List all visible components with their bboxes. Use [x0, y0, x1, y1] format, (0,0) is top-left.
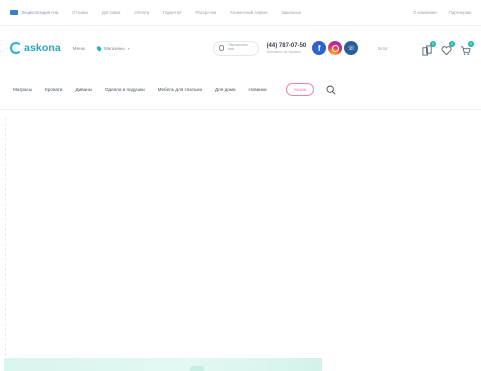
callback-button[interactable]: Перезвонить мне	[212, 40, 259, 56]
banner-chip	[190, 366, 204, 371]
search-icon[interactable]	[326, 85, 336, 95]
compare-button[interactable]: 0	[422, 40, 436, 56]
askona-logo[interactable]: askona	[10, 42, 61, 54]
topbar-link-partners[interactable]: Партнерам	[449, 10, 471, 15]
phone-subtitle: Бесплатно по Украине	[266, 49, 301, 54]
blog-link[interactable]: Блог	[378, 46, 388, 51]
nav-item-bedroom-furniture[interactable]: Мебель для спальни	[158, 87, 202, 92]
stores-selector[interactable]: Магазины ▾	[95, 44, 130, 52]
topbar-link-vacancies[interactable]: Вакансии	[282, 10, 301, 15]
nav-item-sofas[interactable]: Диваны	[75, 87, 91, 92]
logo-mark-icon	[10, 42, 22, 54]
facebook-icon[interactable]: f	[312, 41, 327, 55]
menu-link[interactable]: Меню	[73, 46, 85, 51]
topbar-link-warranty[interactable]: Гарантия	[163, 10, 181, 15]
nav-item-blankets-pillows[interactable]: Одеяла и подушки	[105, 87, 145, 92]
wishlist-button[interactable]: 0	[441, 40, 455, 55]
topbar-link-delivery[interactable]: Доставка	[102, 10, 120, 15]
topbar-link-reviews[interactable]: Отзывы	[72, 10, 88, 15]
instagram-icon[interactable]	[328, 41, 343, 55]
topbar-link-payment[interactable]: Оплата	[134, 10, 149, 15]
promo-button[interactable]: Акции	[285, 83, 315, 96]
phone-number[interactable]: (44) 787-07-50	[267, 43, 307, 49]
content-divider	[5, 118, 6, 356]
book-icon	[10, 10, 18, 15]
chevron-down-icon: ▾	[127, 45, 130, 51]
location-pin-icon	[95, 44, 103, 52]
phone-block[interactable]: (44) 787-07-50 Бесплатно по Украине	[267, 43, 307, 54]
nav-item-beds[interactable]: Кровати	[45, 87, 62, 92]
nav-item-home[interactable]: Для дома	[215, 87, 236, 92]
topbar-link-about[interactable]: О компании	[413, 10, 437, 15]
nav-item-new[interactable]: Новинки	[249, 87, 267, 92]
top-utility-bar: Энциклопедия сна Отзывы Доставка Оплата …	[0, 0, 481, 26]
phone-icon	[218, 45, 225, 51]
nav-item-mattresses[interactable]: Матрасы	[13, 87, 32, 92]
cart-count-badge: 0	[468, 40, 474, 47]
topbar-link-encyclopedia[interactable]: Энциклопедия сна	[10, 10, 58, 15]
category-nav: Матрасы Кровати Диваны Одеяла и подушки …	[0, 70, 481, 110]
wishlist-count-badge: 0	[449, 40, 455, 47]
compare-count-badge: 0	[430, 40, 436, 47]
site-header: askona Меню Магазины ▾ Перезвонить мне (…	[0, 26, 481, 70]
topbar-link-service[interactable]: Клиентский сервис	[230, 10, 268, 15]
viber-icon[interactable]: ☏	[344, 41, 359, 55]
promo-banner[interactable]	[4, 358, 322, 371]
topbar-link-installments[interactable]: Рассрочка	[195, 10, 216, 15]
cart-button[interactable]: 0	[460, 40, 474, 55]
